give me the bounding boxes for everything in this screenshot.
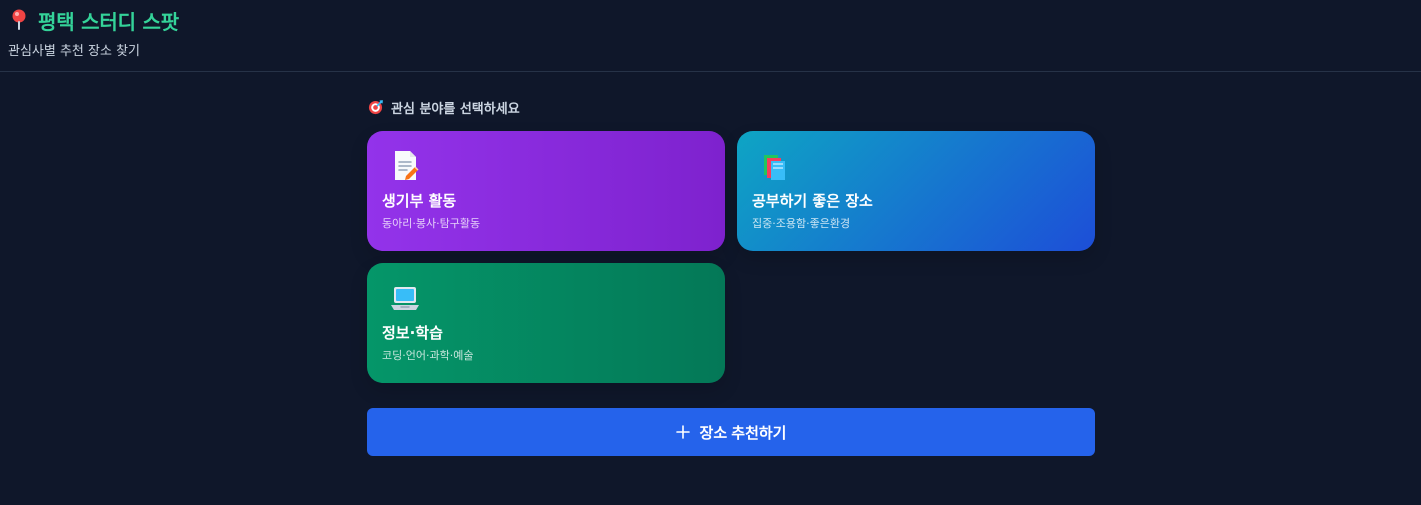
brand-row: 평택 스터디 스팟 [8, 6, 1413, 34]
memo-icon [388, 149, 422, 183]
pin-icon [8, 9, 30, 31]
app-subtitle: 관심사별 추천 장소 찾기 [8, 44, 140, 59]
laptop-icon [388, 281, 422, 315]
app-title: 평택 스터디 스팟 [38, 9, 179, 34]
recommend-places-label: 장소 추천하기 [699, 424, 787, 442]
interest-card-information-learning[interactable]: 정보·학습 코딩·언어·과학·예술 [367, 263, 725, 383]
app-header: 평택 스터디 스팟 관심사별 추천 장소 찾기 [0, 0, 1421, 72]
card-description: 동아리·봉사·탐구활동 [382, 216, 481, 230]
card-title: 공부하기 좋은 장소 [752, 192, 873, 210]
card-description: 집중·조용함·좋은환경 [752, 216, 851, 230]
section-heading-text: 관심 분야를 선택하세요 [391, 102, 520, 117]
recommend-places-button[interactable]: 장소 추천하기 [367, 408, 1095, 456]
card-title: 생기부 활동 [382, 192, 457, 210]
interest-cards: 생기부 활동 동아리·봉사·탐구활동 공부하기 좋은 장소 집중·조용함·좋은환… [367, 131, 1095, 383]
card-description: 코딩·언어·과학·예술 [382, 348, 474, 362]
interest-card-record-activity[interactable]: 생기부 활동 동아리·봉사·탐구활동 [367, 131, 725, 251]
interest-card-study-place[interactable]: 공부하기 좋은 장소 집중·조용함·좋은환경 [737, 131, 1095, 251]
main-content: 관심 분야를 선택하세요 생기부 활동 동아리·봉사·탐구활동 공부하기 좋은 … [0, 72, 1421, 505]
plus-icon [675, 425, 690, 439]
section-heading: 관심 분야를 선택하세요 [367, 98, 520, 117]
books-icon [758, 149, 792, 183]
target-icon [367, 100, 383, 116]
card-title: 정보·학습 [382, 324, 443, 342]
